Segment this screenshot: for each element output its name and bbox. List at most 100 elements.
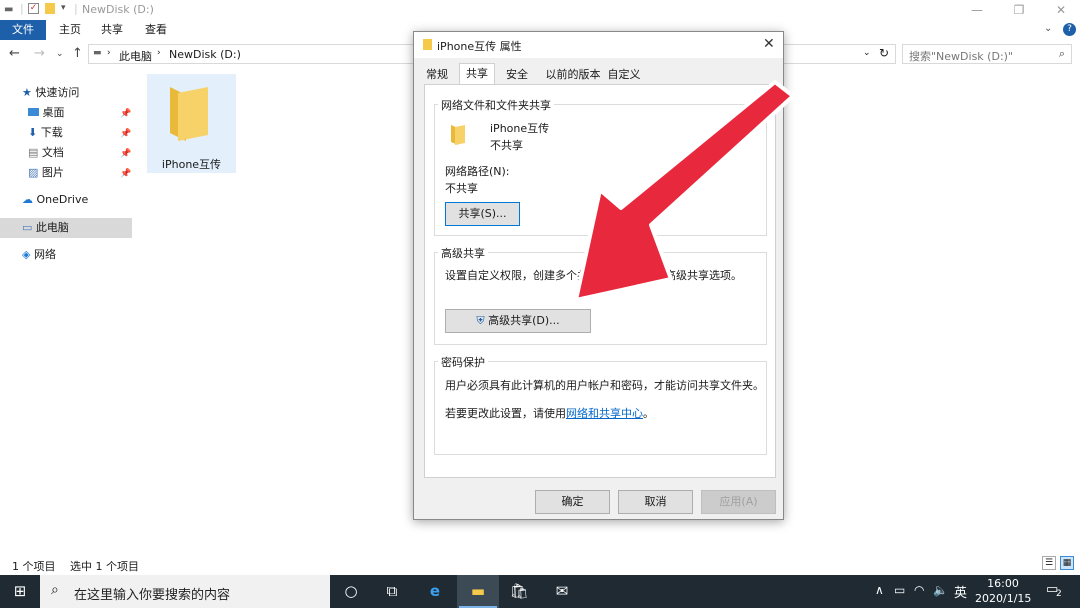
dialog-title: iPhone互传 属性 [437, 40, 522, 53]
wifi-icon[interactable]: ◠ [914, 583, 924, 597]
tab-previous-versions[interactable]: 以前的版本 [545, 65, 601, 84]
sharing-tab-panel: 网络文件和文件夹共享 iPhone互传 不共享 网络路径(N): 不共享 共享(… [424, 84, 776, 478]
restore-icon[interactable]: ❐ [1004, 2, 1034, 18]
nav-desktop-label: 桌面 [42, 106, 65, 119]
back-arrow-icon[interactable]: ← [9, 46, 20, 61]
folder-icon [423, 39, 432, 50]
tab-security[interactable]: 安全 [502, 65, 532, 84]
nav-downloads-label: 下载 [40, 126, 63, 139]
file-explorer-icon[interactable]: ▬ [456, 575, 500, 608]
nav-documents-label: 文档 [41, 146, 64, 159]
forward-arrow-icon[interactable]: → [34, 46, 45, 61]
download-icon: ⬇ [28, 126, 38, 139]
minimize-icon[interactable]: — [962, 2, 992, 18]
tab-sharing[interactable]: 共享 [459, 63, 495, 85]
nav-network-label: 网络 [33, 248, 56, 261]
battery-icon[interactable]: ▭ [894, 583, 905, 597]
nav-network[interactable]: ◈ 网络 [22, 245, 56, 265]
close-icon[interactable]: ✕ [1046, 2, 1076, 18]
tab-customize[interactable]: 自定义 [606, 65, 642, 84]
nav-onedrive[interactable]: ☁ OneDrive [22, 190, 88, 210]
password-change-line: 若要更改此设置，请使用网络和共享中心。 [445, 405, 654, 421]
refresh-icon[interactable]: ↻ [879, 46, 889, 60]
nav-desktop[interactable]: 桌面 [28, 103, 65, 123]
clock-date[interactable]: 2020/1/15 [975, 592, 1031, 605]
nav-quick-access[interactable]: ★ 快速访问 [22, 83, 79, 103]
document-icon: ▤ [28, 146, 39, 159]
breadcrumb-this-pc[interactable]: 此电脑 [119, 48, 152, 64]
status-bar: 1 个项目 选中 1 个项目 ☰ ▦ [0, 555, 1080, 573]
search-placeholder: 搜索"NewDisk (D:)" [909, 50, 1013, 63]
details-view-icon[interactable]: ☰ [1042, 556, 1056, 570]
desktop-icon [28, 108, 39, 116]
nav-downloads[interactable]: ⬇ 下载 [28, 123, 63, 143]
mail-icon[interactable]: ✉ [540, 575, 584, 608]
folder-tile[interactable]: iPhone互传 [147, 74, 236, 173]
advanced-sharing-description: 设置自定义权限，创建多个共享，并设置其他高级共享选项。 [445, 269, 742, 282]
taskbar-search-input[interactable]: ⌕ 在这里输入你要搜索的内容 [40, 575, 330, 608]
tab-general[interactable]: 常规 [423, 65, 451, 84]
task-view-icon[interactable]: ⧉ [370, 575, 414, 608]
nav-this-pc[interactable]: ▭ 此电脑 [22, 218, 69, 238]
tab-home[interactable]: 主页 [48, 20, 92, 40]
folder-icon [170, 87, 208, 141]
search-input[interactable]: 搜索"NewDisk (D:)" ⌕ [902, 44, 1072, 64]
chevron-right-icon[interactable]: › [107, 48, 111, 58]
breadcrumb-drive[interactable]: NewDisk (D:) [169, 48, 241, 61]
store-icon[interactable]: 🛍 [497, 575, 541, 608]
explorer-title-bar: ▬ | ✓ ▾ | NewDisk (D:) — ❐ ✕ [0, 0, 1080, 20]
recent-locations-icon[interactable]: ⌄ [56, 49, 64, 59]
pin-icon[interactable]: 📌 [120, 149, 131, 159]
dialog-close-icon[interactable]: ✕ [763, 36, 775, 52]
password-description: 用户必须具有此计算机的用户帐户和密码，才能访问共享文件夹。 [445, 379, 763, 392]
tab-file[interactable]: 文件 [0, 20, 46, 40]
search-icon: ⌕ [1058, 47, 1065, 60]
network-sharing-group-label: 网络文件和文件夹共享 [438, 97, 554, 113]
nav-onedrive-label: OneDrive [36, 193, 89, 206]
share-button[interactable]: 共享(S)... [445, 202, 520, 226]
volume-icon[interactable]: 🔈 [933, 583, 948, 597]
cancel-button[interactable]: 取消 [618, 490, 693, 514]
help-icon[interactable]: ? [1063, 23, 1076, 36]
cortana-icon[interactable]: ○ [329, 575, 373, 608]
pin-icon[interactable]: 📌 [120, 109, 131, 119]
pin-icon[interactable]: 📌 [120, 169, 131, 179]
shared-folder-name: iPhone互传 [490, 122, 550, 135]
tab-view[interactable]: 查看 [134, 20, 178, 40]
navigation-pane: ★ 快速访问 桌面 📌 ⬇ 下载 📌 ▤ 文档 📌 ▨ 图片 📌 ☁ OneDr… [0, 80, 132, 280]
quick-access-dropdown-icon[interactable]: ▾ [61, 3, 66, 13]
computer-icon: ▭ [22, 221, 33, 234]
nav-pictures-label: 图片 [41, 166, 64, 179]
nav-this-pc-label: 此电脑 [35, 221, 69, 234]
chevron-right-icon[interactable]: › [157, 48, 161, 58]
new-folder-icon[interactable] [45, 3, 55, 14]
separator: | [74, 2, 78, 15]
edge-browser-icon[interactable]: e [413, 575, 457, 608]
taskbar: ⊞ ⌕ 在这里输入你要搜索的内容 ○ ⧉ e ▬ 🛍 ✉ ∧ ▭ ◠ 🔈 英 1… [0, 575, 1080, 608]
nav-documents[interactable]: ▤ 文档 [28, 143, 64, 163]
nav-pictures[interactable]: ▨ 图片 [28, 163, 64, 183]
large-icons-view-icon[interactable]: ▦ [1060, 556, 1074, 570]
taskbar-search-placeholder: 在这里输入你要搜索的内容 [74, 588, 231, 603]
ok-button[interactable]: 确定 [535, 490, 610, 514]
start-windows-icon[interactable]: ⊞ [0, 575, 40, 608]
pin-icon[interactable]: 📌 [120, 129, 131, 139]
clock-time[interactable]: 16:00 [985, 577, 1021, 590]
advanced-sharing-group-label: 高级共享 [438, 245, 488, 261]
expand-ribbon-icon[interactable]: ⌄ [1044, 23, 1052, 34]
address-dropdown-icon[interactable]: ⌄ [863, 48, 871, 58]
shared-folder-status: 不共享 [490, 139, 523, 152]
up-arrow-icon[interactable]: ↑ [72, 46, 83, 61]
folder-label: iPhone互传 [161, 158, 222, 171]
show-hidden-icons-icon[interactable]: ∧ [875, 583, 884, 597]
advanced-sharing-button[interactable]: ⛨ 高级共享(D)... [445, 309, 591, 333]
item-count: 1 个项目 [12, 560, 56, 573]
apply-button[interactable]: 应用(A) [701, 490, 776, 514]
separator: | [20, 2, 24, 15]
nav-quick-access-label: 快速访问 [35, 86, 80, 99]
network-sharing-center-link[interactable]: 网络和共享中心 [566, 407, 643, 420]
ime-indicator[interactable]: 英 [954, 582, 967, 601]
properties-icon[interactable]: ✓ [28, 3, 39, 14]
tab-share[interactable]: 共享 [90, 20, 134, 40]
shared-folder-icon [451, 125, 465, 145]
